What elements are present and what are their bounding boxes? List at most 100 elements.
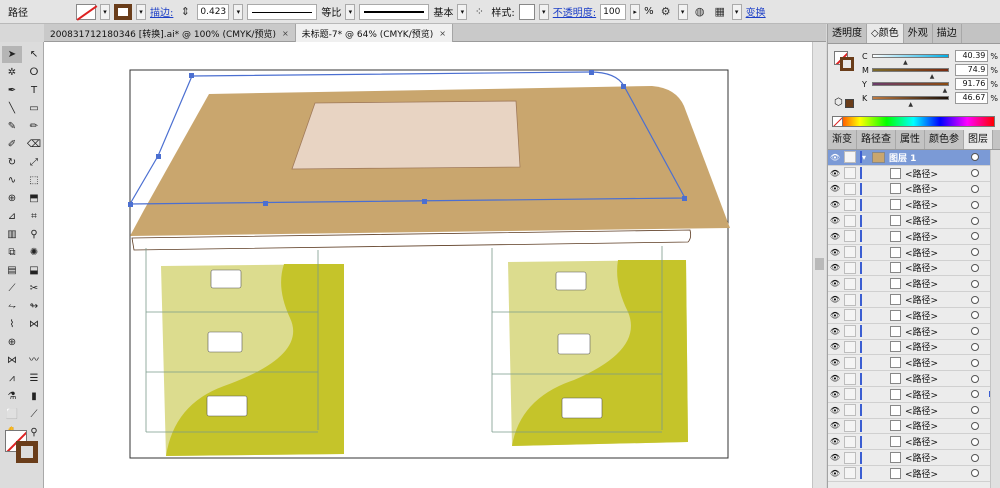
width-tool-icon[interactable]: ⥊ bbox=[2, 298, 22, 315]
eye-icon[interactable]: 👁 bbox=[828, 390, 842, 399]
layer-path-row[interactable]: 👁 <路径> bbox=[828, 340, 1000, 356]
scale-tool-icon[interactable]: ⤢ bbox=[24, 154, 44, 171]
brush-dropdown[interactable]: ▾ bbox=[457, 3, 468, 20]
curve-tool-icon[interactable]: ↬ bbox=[24, 298, 44, 315]
target-circle-icon[interactable] bbox=[971, 311, 979, 320]
eye-icon[interactable]: 👁 bbox=[828, 248, 842, 257]
shape-builder-tool-icon[interactable]: ⊕ bbox=[2, 190, 22, 207]
wave-tool-icon[interactable]: 〰 bbox=[24, 352, 44, 369]
tab-document-1[interactable]: 200831712180346 [转换].ai* @ 100% (CMYK/预览… bbox=[44, 24, 296, 42]
eyedropper-2-tool-icon[interactable]: ⚗ bbox=[2, 388, 22, 405]
lock-toggle[interactable] bbox=[844, 261, 856, 274]
stroke-color-icon[interactable] bbox=[16, 441, 38, 463]
layer-path-row[interactable]: 👁 <路径> bbox=[828, 355, 1000, 372]
layer-path-row[interactable]: 👁 <路径> bbox=[828, 213, 1000, 229]
tab-attributes[interactable]: 属性 bbox=[896, 130, 925, 149]
target-circle-icon[interactable] bbox=[971, 153, 979, 162]
layers-scrollbar[interactable] bbox=[990, 150, 1000, 488]
y-value[interactable]: 91.76 bbox=[955, 78, 989, 90]
layer-path-row[interactable]: 👁 <路径> bbox=[828, 466, 1000, 482]
layer-path-row[interactable]: 👁 <路径> bbox=[828, 292, 1000, 308]
style-swatch[interactable] bbox=[518, 3, 535, 20]
path-name[interactable]: <路径> bbox=[905, 309, 971, 322]
scissors-tool-icon[interactable]: ✂ bbox=[24, 280, 44, 297]
crop-tool-icon[interactable]: ⬜ bbox=[2, 406, 22, 423]
target-circle-icon[interactable] bbox=[971, 421, 979, 430]
lock-toggle[interactable] bbox=[844, 167, 856, 180]
lock-toggle[interactable] bbox=[844, 182, 856, 195]
lock-toggle[interactable] bbox=[844, 230, 856, 243]
eye-icon[interactable]: 👁 bbox=[828, 342, 842, 351]
lock-toggle[interactable] bbox=[844, 293, 856, 306]
opacity-link[interactable]: 不透明度: bbox=[553, 4, 596, 19]
layer-path-row[interactable]: 👁 <路径> bbox=[828, 166, 1000, 182]
lock-toggle[interactable] bbox=[844, 404, 856, 417]
c-slider[interactable]: ▲ bbox=[871, 54, 950, 66]
tab-layers[interactable]: 图层 bbox=[964, 130, 993, 149]
path-name[interactable]: <路径> bbox=[905, 340, 971, 353]
tab-transparency[interactable]: 透明度 bbox=[828, 24, 867, 43]
recolor-dropdown[interactable]: ▾ bbox=[677, 3, 688, 20]
left-drawer-handle-2[interactable] bbox=[207, 331, 243, 353]
align-icon[interactable]: ▦ bbox=[712, 4, 728, 20]
lock-toggle[interactable] bbox=[844, 435, 856, 448]
layer-path-row[interactable]: 👁 <路径> bbox=[828, 229, 1000, 245]
target-circle-icon[interactable] bbox=[971, 437, 979, 446]
eyedropper-tool-icon[interactable]: ⚲ bbox=[24, 226, 44, 243]
lock-toggle[interactable] bbox=[844, 325, 856, 338]
eye-icon[interactable]: 👁 bbox=[828, 232, 842, 241]
eye-icon[interactable]: 👁 bbox=[828, 406, 842, 415]
tab-color-guide[interactable]: 颜色参 bbox=[925, 130, 964, 149]
layer-path-row[interactable]: 👁 <路径> bbox=[828, 261, 1000, 277]
target-icon[interactable]: ⊕ bbox=[2, 334, 22, 351]
style-dropdown[interactable]: ▾ bbox=[538, 3, 549, 20]
fill-swatch[interactable] bbox=[76, 3, 96, 20]
left-drawer-handle-1[interactable] bbox=[210, 269, 242, 289]
list-tool-icon[interactable]: ☰ bbox=[24, 370, 44, 387]
layer-path-row[interactable]: 👁 <路径> bbox=[828, 419, 1000, 435]
close-icon[interactable]: × bbox=[439, 29, 446, 38]
opacity-field[interactable]: 100 bbox=[600, 3, 627, 20]
target-circle-icon[interactable] bbox=[971, 453, 979, 462]
rectangle-tool-icon[interactable]: ▭ bbox=[24, 100, 44, 117]
desk-pad[interactable] bbox=[291, 100, 521, 170]
stroke-color-icon[interactable] bbox=[840, 57, 854, 71]
lock-toggle[interactable] bbox=[844, 277, 856, 290]
line-tool-icon[interactable]: ╲ bbox=[2, 100, 22, 117]
eye-icon[interactable]: 👁 bbox=[828, 437, 842, 446]
fill-stroke-control[interactable] bbox=[3, 428, 41, 466]
opacity-dropdown[interactable]: ▸ bbox=[630, 3, 641, 20]
perspective-tool-icon[interactable]: ⊿ bbox=[2, 208, 22, 225]
eye-icon[interactable]: 👁 bbox=[828, 200, 842, 209]
k-slider[interactable]: ▲ bbox=[871, 96, 950, 108]
c-value[interactable]: 40.39 bbox=[955, 50, 989, 62]
target-circle-icon[interactable] bbox=[971, 469, 979, 478]
rotate-tool-icon[interactable]: ↻ bbox=[2, 154, 22, 171]
eye-icon[interactable]: 👁 bbox=[828, 169, 842, 178]
eye-icon[interactable]: 👁 bbox=[828, 184, 842, 193]
lock-toggle[interactable] bbox=[844, 467, 856, 480]
stroke-weight-dropdown[interactable]: ▾ bbox=[233, 3, 244, 20]
variable-width-profile[interactable] bbox=[247, 3, 318, 20]
transform-link[interactable]: 变换 bbox=[746, 4, 766, 19]
align-dropdown[interactable]: ▾ bbox=[731, 3, 742, 20]
layer-path-row[interactable]: 👁 <路径> bbox=[828, 434, 1000, 451]
path-name[interactable]: <路径> bbox=[905, 419, 971, 432]
fill-dropdown[interactable]: ▾ bbox=[100, 3, 110, 20]
bar-chart-tool-icon[interactable]: ▮ bbox=[24, 388, 44, 405]
path-name[interactable]: <路径> bbox=[905, 388, 971, 401]
eye-icon[interactable]: 👁 bbox=[828, 374, 842, 383]
layer-path-row[interactable]: 👁 <路径> bbox=[828, 182, 1000, 198]
stepper-icon[interactable]: ⇕ bbox=[177, 4, 193, 20]
layer-path-row[interactable]: 👁 <路径> bbox=[828, 387, 1000, 403]
path-name[interactable]: <路径> bbox=[905, 451, 971, 464]
lock-toggle[interactable] bbox=[844, 419, 856, 432]
target-circle-icon[interactable] bbox=[971, 263, 979, 272]
target-circle-icon[interactable] bbox=[971, 248, 979, 257]
eye-icon[interactable]: 👁 bbox=[828, 421, 842, 430]
target-circle-icon[interactable] bbox=[971, 342, 979, 351]
y-slider[interactable]: ▲ bbox=[871, 82, 950, 94]
eraser-tool-icon[interactable]: ⌫ bbox=[24, 136, 44, 153]
target-circle-icon[interactable] bbox=[971, 358, 979, 367]
path-name[interactable]: <路径> bbox=[905, 277, 971, 290]
